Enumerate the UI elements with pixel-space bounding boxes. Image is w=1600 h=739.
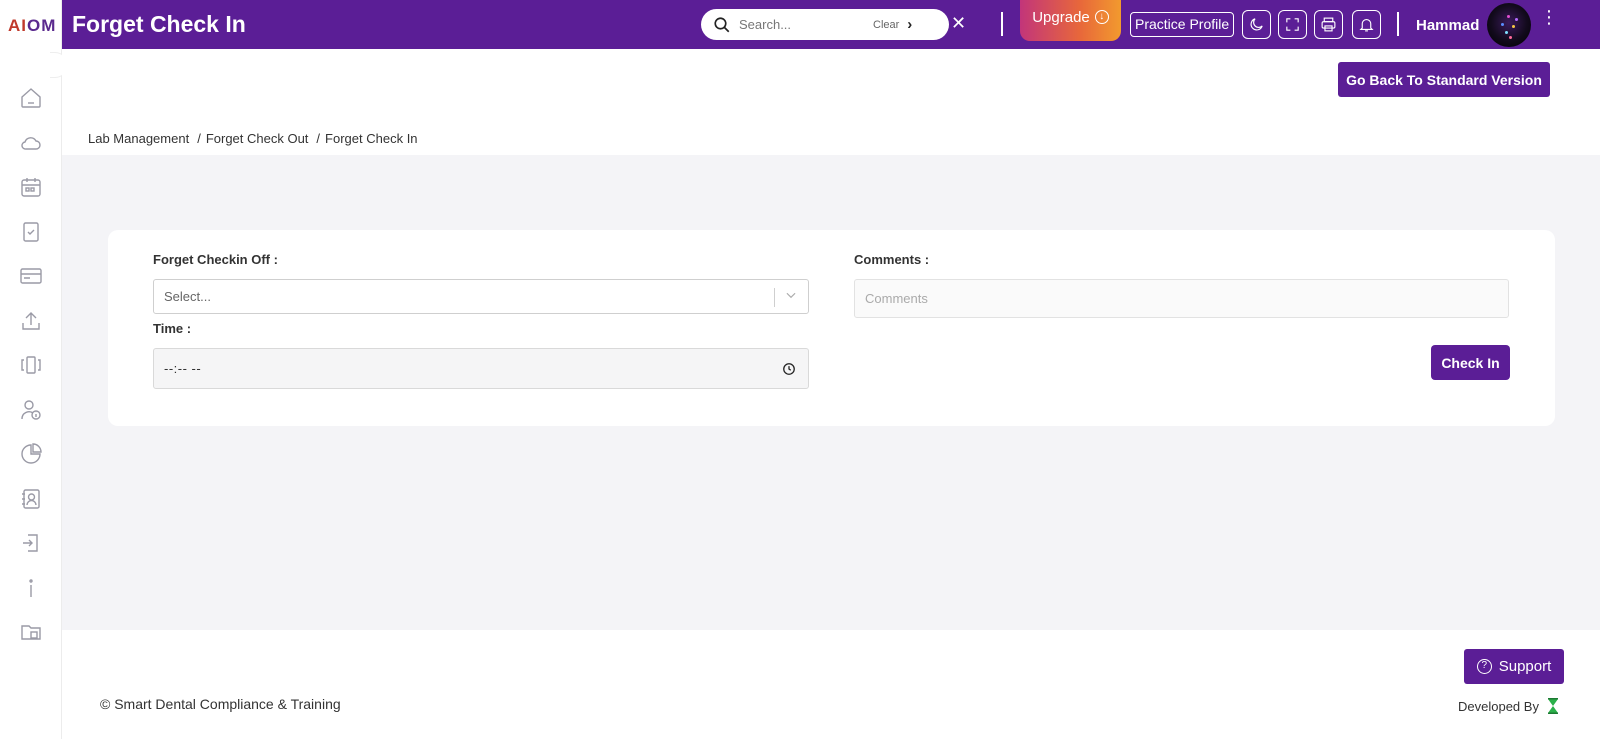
cloud-icon bbox=[21, 136, 41, 150]
sidebar-item-cards[interactable] bbox=[0, 254, 62, 299]
moon-icon bbox=[1250, 18, 1263, 31]
sidebar-item-sign-in[interactable] bbox=[0, 521, 62, 566]
upgrade-button[interactable]: Upgrade ↓ bbox=[1020, 0, 1121, 41]
breadcrumb-separator: / bbox=[316, 131, 321, 146]
search-go-icon[interactable]: › bbox=[907, 16, 912, 33]
sidebar: AIOM bbox=[0, 0, 68, 739]
search-clear-link[interactable]: Clear bbox=[873, 19, 899, 31]
time-label: Time : bbox=[153, 321, 192, 336]
breadcrumb-separator: / bbox=[197, 131, 201, 146]
select-separator bbox=[774, 288, 775, 307]
copyright-text: © Smart Dental Compliance & Training bbox=[100, 696, 341, 712]
print-button[interactable] bbox=[1314, 10, 1343, 39]
checkin-off-placeholder: Select... bbox=[164, 289, 211, 304]
sidebar-item-contacts[interactable] bbox=[0, 477, 62, 522]
upgrade-label: Upgrade bbox=[1032, 9, 1090, 26]
contacts-icon bbox=[22, 489, 40, 509]
dark-mode-button[interactable] bbox=[1242, 10, 1271, 39]
sidebar-item-reports[interactable] bbox=[0, 432, 62, 477]
clock-icon[interactable] bbox=[782, 362, 796, 376]
sidebar-item-home[interactable] bbox=[0, 76, 62, 121]
info-icon bbox=[29, 579, 33, 597]
notifications-button[interactable] bbox=[1352, 10, 1381, 39]
go-back-standard-button[interactable]: Go Back To Standard Version bbox=[1338, 62, 1550, 97]
checkin-off-select[interactable]: Select... bbox=[153, 279, 809, 314]
search-input[interactable] bbox=[739, 17, 869, 32]
comments-input[interactable] bbox=[854, 279, 1509, 318]
search-box: Clear › bbox=[701, 9, 949, 40]
sidebar-item-calendar[interactable] bbox=[0, 165, 62, 210]
printer-icon bbox=[1321, 17, 1336, 32]
checkin-off-label: Forget Checkin Off : bbox=[153, 252, 278, 267]
hourglass-icon[interactable] bbox=[1547, 698, 1559, 714]
sidebar-item-user-info[interactable] bbox=[0, 388, 62, 433]
chevron-down-icon bbox=[786, 292, 796, 299]
fullscreen-button[interactable] bbox=[1278, 10, 1307, 39]
page-header: Go Back To Standard Version Lab Manageme… bbox=[62, 49, 1600, 155]
support-button[interactable]: ? Support bbox=[1464, 649, 1564, 684]
breadcrumb-forget-check-in: Forget Check In bbox=[325, 131, 418, 146]
sidebar-item-columns[interactable] bbox=[0, 343, 62, 388]
sign-in-icon bbox=[23, 534, 38, 552]
check-in-button[interactable]: Check In bbox=[1431, 345, 1510, 380]
developed-by-label: Developed By bbox=[1458, 698, 1539, 714]
sidebar-item-info[interactable] bbox=[0, 566, 62, 611]
footer: ? Support © Smart Dental Compliance & Tr… bbox=[62, 630, 1600, 739]
page-title: Forget Check In bbox=[72, 11, 246, 37]
more-menu-icon[interactable]: ⋮ bbox=[1540, 8, 1558, 26]
comments-label: Comments : bbox=[854, 252, 930, 267]
sidebar-item-cloud[interactable] bbox=[0, 121, 62, 166]
home-icon bbox=[21, 88, 41, 108]
sidebar-item-folders[interactable] bbox=[0, 610, 62, 655]
folder-icon bbox=[21, 625, 41, 640]
calendar-icon bbox=[21, 178, 41, 197]
logo-text-om: OM bbox=[27, 16, 57, 35]
sidebar-nav bbox=[0, 76, 62, 655]
logo-text-ai: AI bbox=[8, 16, 27, 35]
close-search-icon[interactable]: ✕ bbox=[951, 13, 966, 34]
support-label: Support bbox=[1498, 658, 1552, 675]
breadcrumb-forget-check-out[interactable]: Forget Check Out bbox=[206, 131, 309, 146]
help-circle-icon: ? bbox=[1476, 659, 1492, 674]
card-icon bbox=[20, 268, 42, 284]
download-circle-icon: ↓ bbox=[1094, 10, 1109, 24]
sidebar-item-upload[interactable] bbox=[0, 299, 62, 344]
avatar[interactable] bbox=[1487, 3, 1531, 47]
sidebar-item-tasks[interactable] bbox=[0, 210, 62, 255]
top-bar: Forget Check In Clear › ✕ Upgrade ↓ Prac… bbox=[62, 0, 1600, 49]
time-input[interactable]: --:-- -- bbox=[153, 348, 809, 389]
divider bbox=[1397, 12, 1399, 36]
breadcrumb-lab-management[interactable]: Lab Management bbox=[88, 131, 189, 146]
fullscreen-icon bbox=[1286, 18, 1299, 31]
practice-profile-button[interactable]: Practice Profile bbox=[1130, 12, 1235, 37]
app-logo[interactable]: AIOM bbox=[8, 16, 56, 36]
user-info-icon bbox=[21, 400, 41, 420]
user-name[interactable]: Hammad bbox=[1416, 17, 1479, 34]
bell-icon bbox=[1359, 18, 1374, 32]
developed-by: Developed By bbox=[1458, 698, 1559, 714]
checkin-form-card: Forget Checkin Off : Select... Time : --… bbox=[108, 230, 1555, 426]
breadcrumb: Lab Management / Forget Check Out / Forg… bbox=[88, 131, 418, 146]
columns-icon bbox=[21, 356, 41, 374]
time-value: --:-- -- bbox=[164, 361, 202, 376]
pie-chart-icon bbox=[21, 443, 42, 464]
divider bbox=[1001, 12, 1003, 36]
clipboard-check-icon bbox=[23, 222, 39, 242]
search-icon bbox=[714, 16, 730, 32]
upload-icon bbox=[22, 311, 40, 330]
